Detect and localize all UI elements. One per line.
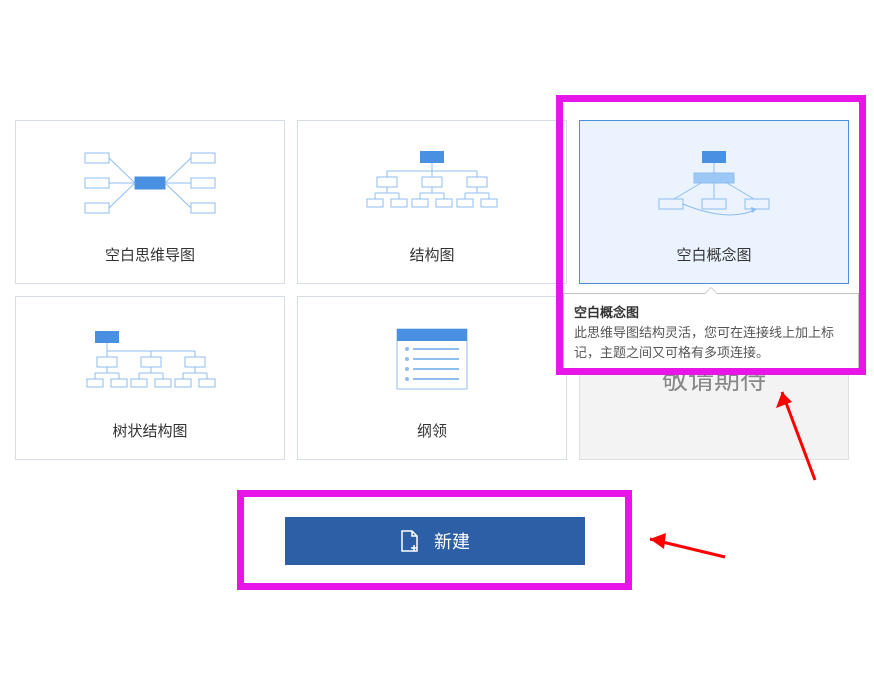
new-button[interactable]: 新建 (285, 517, 585, 565)
tooltip-body: 此思维导图结构灵活，您可在连接线上加上标记，主题之间又可格有多项连接。 (574, 323, 848, 362)
template-label: 结构图 (409, 238, 454, 277)
template-label: 纲领 (417, 414, 447, 453)
template-card-mindmap[interactable]: 空白思维导图 (15, 120, 285, 284)
template-label: 树状结构图 (112, 414, 187, 453)
tooltip-title: 空白概念图 (574, 302, 848, 321)
annotation-arrow-2 (640, 525, 730, 565)
template-tooltip: 空白概念图 此思维导图结构灵活，您可在连接线上加上标记，主题之间又可格有多项连接… (563, 293, 859, 371)
template-thumb-concept (580, 128, 848, 238)
template-card-structure[interactable]: 结构图 (297, 120, 567, 284)
template-thumb-outline (298, 304, 566, 414)
template-card-tree[interactable]: 树状结构图 (15, 296, 285, 460)
template-thumb-tree (16, 304, 284, 414)
template-thumb-structure (298, 128, 566, 238)
template-card-outline[interactable]: 纲领 (297, 296, 567, 460)
template-label: 空白思维导图 (105, 238, 195, 277)
template-card-concept[interactable]: 空白概念图 (579, 120, 849, 284)
template-thumb-mindmap (16, 128, 284, 238)
new-button-label: 新建 (434, 528, 470, 554)
new-file-icon (400, 530, 420, 552)
template-label: 空白概念图 (676, 238, 751, 277)
